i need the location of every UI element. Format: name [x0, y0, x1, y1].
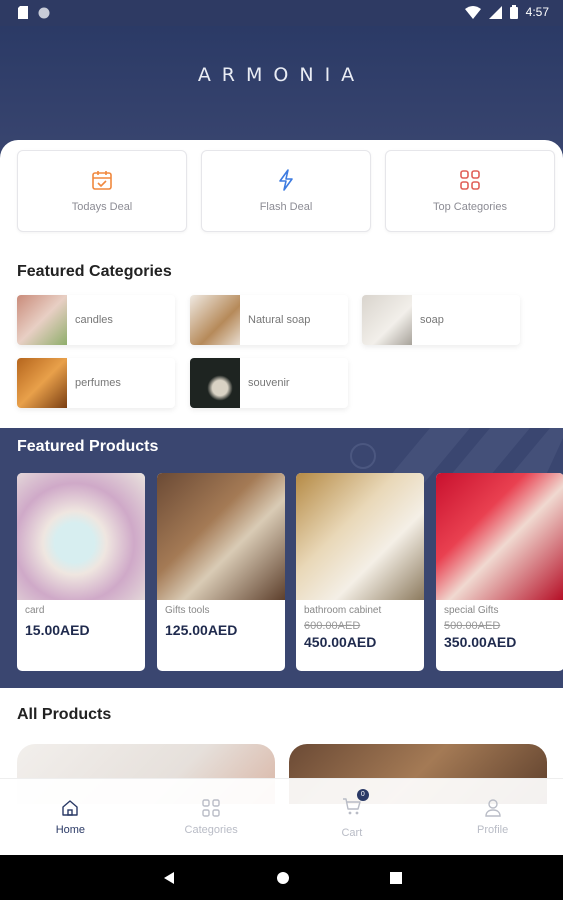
category-name: Natural soap	[248, 314, 311, 326]
nav-profile[interactable]: Profile	[422, 779, 563, 855]
status-bar: 4:57	[0, 0, 563, 26]
sync-dot-icon	[38, 7, 50, 18]
battery-icon	[509, 5, 518, 19]
category-thumbnail	[17, 358, 67, 408]
product-card[interactable]: special Gifts 500.00AED 350.00AED	[436, 473, 563, 671]
home-icon	[62, 800, 79, 816]
category-thumbnail	[190, 295, 240, 345]
recents-square-icon[interactable]	[389, 871, 402, 884]
deals-row: Todays Deal Flash Deal Top Categories	[17, 150, 555, 232]
product-old-price: 600.00AED	[304, 620, 361, 632]
flash-deal-card[interactable]: Flash Deal	[201, 150, 371, 232]
top-categories-card[interactable]: Top Categories	[385, 150, 555, 232]
category-thumbnail	[362, 295, 412, 345]
lightning-icon	[279, 169, 293, 191]
app-screen: 4:57 ARMONIA Todays Deal Flash Deal Top …	[0, 0, 563, 900]
product-price: 125.00AED	[165, 622, 238, 638]
signal-icon	[488, 5, 502, 19]
todays-deal-card[interactable]: Todays Deal	[17, 150, 187, 232]
product-card[interactable]: bathroom cabinet 600.00AED 450.00AED	[296, 473, 424, 671]
product-card[interactable]: card 15.00AED	[17, 473, 145, 671]
category-name: candles	[75, 314, 113, 326]
home-circle-icon[interactable]	[276, 871, 290, 885]
category-item[interactable]: Natural soap	[190, 295, 348, 345]
nav-home-label: Home	[55, 824, 86, 836]
category-name: soap	[420, 314, 444, 326]
profile-icon	[484, 799, 501, 817]
nav-categories[interactable]: Categories	[141, 779, 282, 855]
featured-products-title: Featured Products	[17, 438, 159, 455]
product-image	[296, 473, 424, 600]
all-products-title: All Products	[17, 706, 112, 723]
categories-icon	[202, 799, 220, 817]
product-name: Gifts tools	[165, 605, 210, 616]
product-price: 15.00AED	[25, 622, 90, 638]
bottom-navigation: Home Categories 0 Cart Profile	[0, 778, 563, 855]
product-image	[157, 473, 285, 600]
app-logo: ARMONIA	[197, 64, 366, 86]
nav-categories-label: Categories	[184, 824, 238, 836]
category-item[interactable]: souvenir	[190, 358, 348, 408]
system-navigation-bar	[0, 855, 563, 900]
sd-card-icon	[18, 6, 28, 19]
top-categories-label: Top Categories	[433, 201, 507, 213]
todays-deal-label: Todays Deal	[71, 201, 133, 213]
category-name: perfumes	[75, 377, 121, 389]
cart-icon-wrap: 0	[342, 788, 369, 827]
category-item[interactable]: soap	[362, 295, 520, 345]
product-name: card	[25, 605, 45, 616]
nav-home[interactable]: Home	[0, 779, 141, 855]
grid-icon	[460, 170, 480, 190]
product-old-price: 500.00AED	[444, 620, 501, 632]
category-thumbnail	[17, 295, 67, 345]
product-name: special Gifts	[444, 605, 499, 616]
featured-products-section: Featured Products card 15.00AED Gifts to…	[0, 428, 563, 688]
category-thumbnail	[190, 358, 240, 408]
nav-profile-label: Profile	[477, 824, 509, 836]
product-price: 350.00AED	[444, 634, 517, 650]
nav-cart-label: Cart	[341, 826, 363, 839]
featured-categories-title: Featured Categories	[17, 263, 172, 280]
product-name: bathroom cabinet	[304, 605, 382, 616]
product-image	[436, 473, 563, 600]
category-item[interactable]: candles	[17, 295, 175, 345]
wifi-icon	[464, 5, 481, 19]
calendar-icon	[92, 171, 112, 190]
cart-badge: 0	[356, 788, 369, 801]
product-image	[17, 473, 145, 600]
back-icon[interactable]	[162, 871, 176, 885]
category-name: souvenir	[248, 377, 290, 389]
product-card[interactable]: Gifts tools 125.00AED	[157, 473, 285, 671]
status-time: 4:57	[525, 5, 549, 19]
nav-cart[interactable]: 0 Cart	[282, 779, 423, 855]
product-price: 450.00AED	[304, 634, 377, 650]
category-item[interactable]: perfumes	[17, 358, 175, 408]
flash-deal-label: Flash Deal	[259, 201, 313, 213]
